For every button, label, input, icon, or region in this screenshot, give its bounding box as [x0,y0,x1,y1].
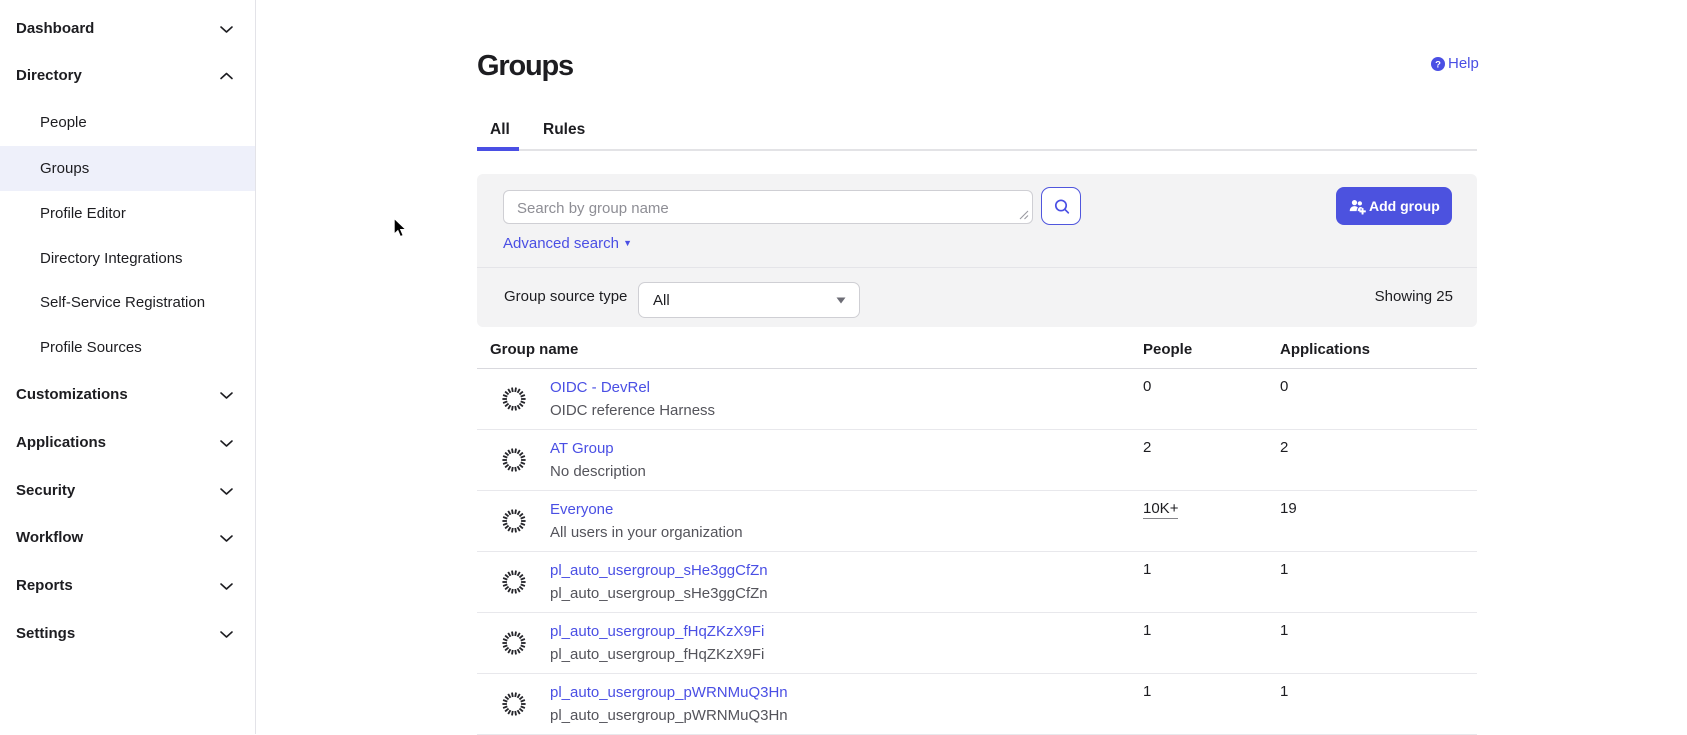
svg-text:?: ? [1435,59,1441,70]
